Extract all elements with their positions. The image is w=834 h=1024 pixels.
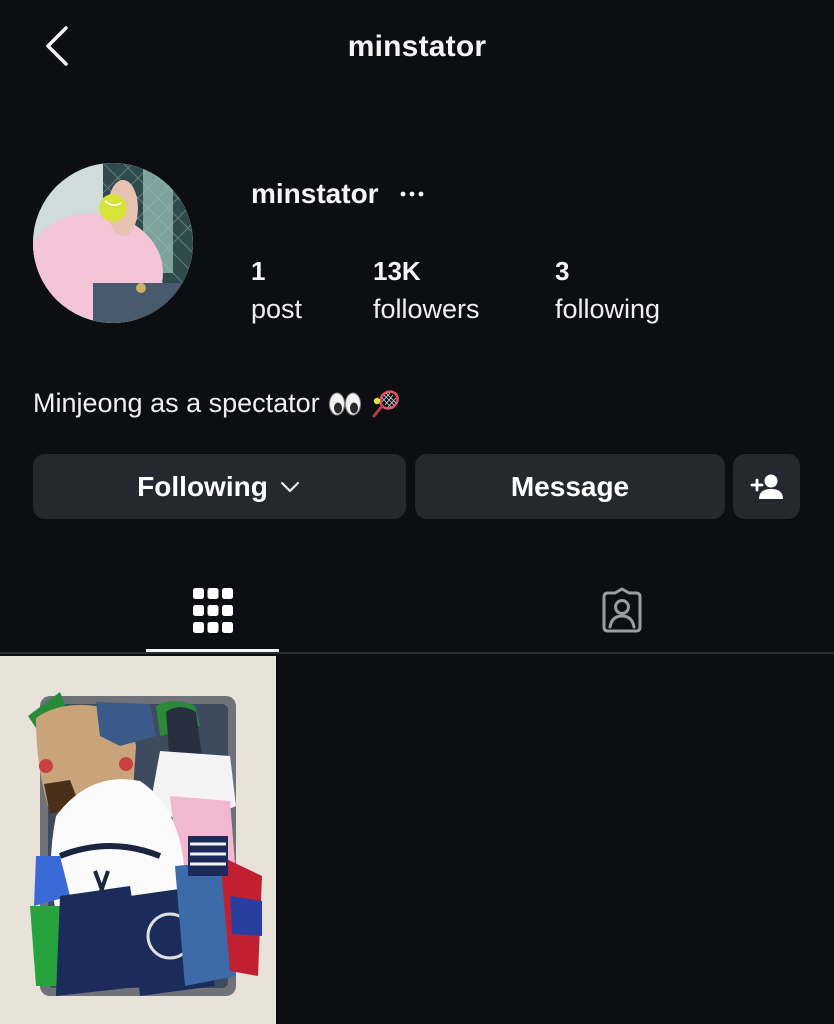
- profile-bio: Minjeong as a spectator: [33, 388, 400, 419]
- profile-username: minstator: [251, 178, 379, 209]
- following-label: following: [555, 294, 661, 324]
- post-thumbnail[interactable]: [0, 656, 276, 1024]
- more-horizontal-icon: [400, 191, 424, 197]
- posts-count: 1: [251, 256, 266, 286]
- followers-count: 13K: [373, 256, 421, 286]
- avatar-image: [33, 163, 193, 323]
- message-button-label: Message: [510, 470, 630, 502]
- grid-icon: [192, 588, 233, 633]
- page-title: minstator: [347, 30, 487, 63]
- following-count: 3: [555, 256, 570, 286]
- active-tab-indicator: [146, 649, 279, 652]
- bio-text: Minjeong as a spectator: [33, 388, 320, 418]
- tagged-icon: [602, 587, 641, 633]
- tennis-emoji: [372, 389, 399, 417]
- top-bar: minstator: [0, 0, 834, 96]
- add-user-icon: [750, 474, 783, 499]
- eyes-emoji: [328, 392, 361, 415]
- chevron-down-icon: [280, 481, 299, 492]
- more-options-button[interactable]: [396, 178, 428, 210]
- stat-following[interactable]: 3 following: [555, 256, 660, 326]
- add-user-button[interactable]: [733, 454, 800, 519]
- stat-followers[interactable]: 13K followers: [373, 256, 480, 326]
- tabs-divider: [0, 652, 834, 654]
- profile-page: minstator minstator 1 post 13K followers…: [0, 0, 834, 1024]
- post-image: [0, 656, 276, 1024]
- following-button-label: Following: [137, 470, 268, 502]
- tab-posts-grid[interactable]: [146, 570, 279, 652]
- stat-posts[interactable]: 1 post: [251, 256, 302, 326]
- posts-label: post: [251, 294, 303, 324]
- following-button[interactable]: Following: [33, 454, 406, 519]
- avatar[interactable]: [33, 163, 193, 323]
- followers-label: followers: [373, 294, 480, 324]
- tab-tagged[interactable]: [555, 570, 688, 652]
- message-button[interactable]: Message: [415, 454, 725, 519]
